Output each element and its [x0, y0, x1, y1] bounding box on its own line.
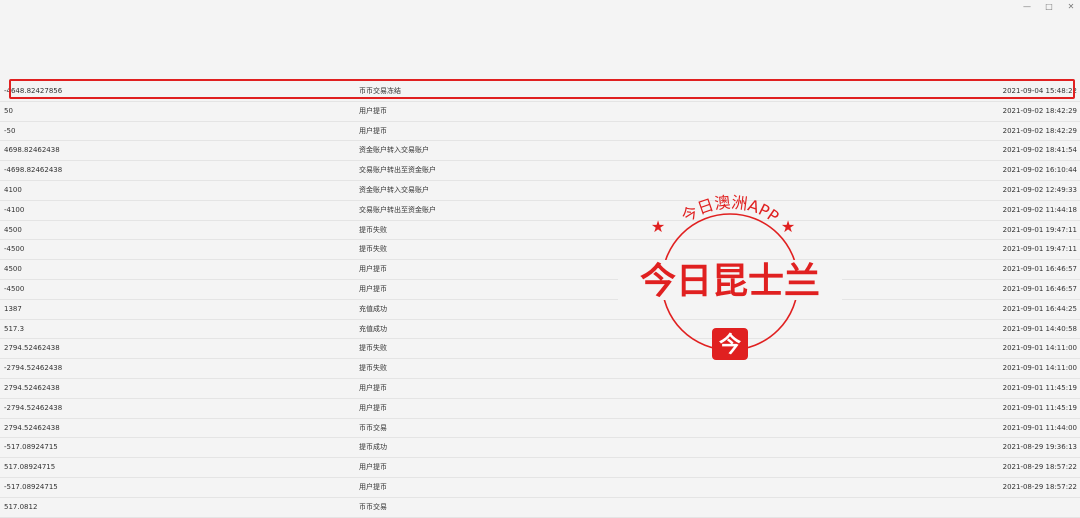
- highlight-box: [9, 79, 1075, 99]
- amount-cell: -2794.52462438: [4, 364, 63, 373]
- time-cell: 2021-09-01 16:46:57: [1002, 284, 1077, 293]
- app-logo-char: 今: [719, 332, 741, 358]
- table-row[interactable]: -2794.52462438 用户提币 2021-09-01 11:45:19: [0, 399, 1080, 419]
- type-cell: 资金账户转入交易账户: [359, 185, 429, 194]
- star-icon: ★: [781, 217, 795, 236]
- table-row[interactable]: 4100 资金账户转入交易账户 2021-09-02 12:49:33: [0, 181, 1080, 201]
- amount-cell: 2794.52462438: [4, 423, 60, 432]
- maximize-icon[interactable]: □: [1038, 1, 1060, 13]
- star-icon: ★: [651, 217, 665, 236]
- time-cell: 2021-08-29 19:36:13: [1002, 443, 1077, 452]
- time-cell: 2021-09-02 12:49:33: [1002, 185, 1077, 194]
- table-row[interactable]: 4698.82462438 资金账户转入交易账户 2021-09-02 18:41:…: [0, 141, 1080, 162]
- time-cell: 2021-09-01 11:44:00: [1002, 423, 1077, 432]
- table-row[interactable]: 517.3 充值成功 2021-09-01 14:40:58: [0, 320, 1080, 340]
- type-cell: 充值成功: [359, 304, 387, 313]
- type-cell: 用户提币: [359, 106, 387, 115]
- table-row[interactable]: 4500 提币失败 2021-09-01 19:47:11: [0, 221, 1080, 241]
- table-row[interactable]: -517.08924715 提币成功 2021-08-29 19:36:13: [0, 438, 1080, 459]
- amount-cell: 517.08924715: [4, 463, 56, 472]
- time-cell: 2021-09-02 18:42:29: [1002, 126, 1077, 135]
- time-cell: 2021-09-01 14:40:58: [1002, 324, 1077, 333]
- type-cell: 币币交易: [359, 423, 387, 432]
- type-cell: 用户提币: [359, 403, 387, 412]
- table-row[interactable]: 1387 充值成功 2021-09-01 16:44:25: [0, 300, 1080, 320]
- time-cell: 2021-09-01 14:11:00: [1002, 364, 1077, 373]
- table-row[interactable]: -4500 用户提币 2021-09-01 16:46:57: [0, 280, 1080, 300]
- table-row[interactable]: -50 用户提币 2021-09-02 18:42:29: [0, 122, 1080, 142]
- type-cell: 交易账户转出至资金账户: [359, 166, 436, 175]
- type-cell: 提币失败: [359, 225, 387, 234]
- amount-cell: 1387: [4, 304, 22, 313]
- time-cell: 2021-09-01 14:11:00: [1002, 344, 1077, 353]
- time-cell: 2021-09-01 16:46:57: [1002, 265, 1077, 274]
- amount-cell: 517.3: [4, 324, 25, 333]
- table-row[interactable]: -4500 提币失败 2021-09-01 19:47:11: [0, 240, 1080, 261]
- type-cell: 提币失败: [359, 344, 387, 353]
- stamp-main-text: 今日昆士兰: [640, 261, 820, 302]
- type-cell: 提币成功: [359, 443, 387, 452]
- amount-cell: 4500: [4, 265, 22, 274]
- amount-cell: 4100: [4, 185, 22, 194]
- table-row[interactable]: 517.08924715 用户提币 2021-08-29 18:57:22: [0, 458, 1080, 478]
- table-row[interactable]: 2794.52462438 提币失败 2021-09-01 14:11:00: [0, 339, 1080, 360]
- type-cell: 用户提币: [359, 482, 387, 491]
- watermark-stamp: 今日澳洲APP ★ ★ 今日昆士兰 今: [618, 193, 842, 360]
- amount-cell: -4698.82462438: [4, 166, 63, 175]
- transaction-list: -4648.82427856 币币交易冻结 2021-09-04 15:48:22 5…: [0, 82, 1080, 518]
- type-cell: 用户提币: [359, 126, 387, 135]
- amount-cell: 2794.52462438: [4, 344, 60, 353]
- table-row[interactable]: 2794.52462438 币币交易 2021-09-01 11:44:00: [0, 419, 1080, 439]
- table-row[interactable]: -4100 交易账户转出至资金账户 2021-09-02 11:44:18: [0, 201, 1080, 221]
- type-cell: 用户提币: [359, 383, 387, 392]
- type-cell: 提币失败: [359, 364, 387, 373]
- amount-cell: -4500: [4, 284, 25, 293]
- amount-cell: -2794.52462438: [4, 403, 63, 412]
- time-cell: 2021-09-01 16:44:25: [1002, 304, 1077, 313]
- time-cell: 2021-09-02 16:10:44: [1002, 166, 1077, 175]
- time-cell: 2021-09-01 11:45:19: [1002, 383, 1077, 392]
- type-cell: 用户提币: [359, 463, 387, 472]
- time-cell: 2021-09-02 11:44:18: [1002, 205, 1077, 214]
- table-row[interactable]: -2794.52462438 提币失败 2021-09-01 14:11:00: [0, 359, 1080, 379]
- amount-cell: 4698.82462438: [4, 146, 60, 155]
- window-titlebar: — □ ✕: [0, 0, 1080, 14]
- table-row[interactable]: 2794.52462438 用户提币 2021-09-01 11:45:19: [0, 379, 1080, 399]
- time-cell: 2021-09-01 11:45:19: [1002, 403, 1077, 412]
- amount-cell: -517.08924715: [4, 443, 58, 452]
- stamp-arc-text: 今日澳洲APP: [678, 193, 783, 227]
- time-cell: 2021-09-02 18:41:54: [1002, 146, 1077, 155]
- amount-cell: -4100: [4, 205, 25, 214]
- type-cell: 币币交易: [359, 502, 387, 511]
- table-row[interactable]: -4698.82462438 交易账户转出至资金账户 2021-09-02 16:1…: [0, 161, 1080, 181]
- minimize-icon[interactable]: —: [1016, 1, 1038, 13]
- type-cell: 用户提币: [359, 284, 387, 293]
- time-cell: 2021-09-01 19:47:11: [1002, 225, 1077, 234]
- type-cell: 用户提币: [359, 265, 387, 274]
- time-cell: 2021-09-01 19:47:11: [1002, 245, 1077, 254]
- amount-cell: 517.0812: [4, 502, 38, 511]
- table-row[interactable]: 50 用户提币 2021-09-02 18:42:29: [0, 102, 1080, 122]
- table-row[interactable]: -517.08924715 用户提币 2021-08-29 18:57:22: [0, 478, 1080, 498]
- type-cell: 交易账户转出至资金账户: [359, 205, 436, 214]
- table-row[interactable]: 517.0812 币币交易: [0, 498, 1080, 518]
- amount-cell: -517.08924715: [4, 482, 58, 491]
- amount-cell: 4500: [4, 225, 22, 234]
- type-cell: 资金账户转入交易账户: [359, 146, 429, 155]
- amount-cell: -50: [4, 126, 16, 135]
- close-icon[interactable]: ✕: [1060, 1, 1080, 13]
- amount-cell: 2794.52462438: [4, 383, 60, 392]
- table-row[interactable]: 4500 用户提币 2021-09-01 16:46:57: [0, 260, 1080, 280]
- type-cell: 充值成功: [359, 324, 387, 333]
- amount-cell: 50: [4, 106, 13, 115]
- time-cell: 2021-08-29 18:57:22: [1002, 482, 1077, 491]
- time-cell: 2021-09-02 18:42:29: [1002, 106, 1077, 115]
- time-cell: 2021-08-29 18:57:22: [1002, 463, 1077, 472]
- type-cell: 提币失败: [359, 245, 387, 254]
- amount-cell: -4500: [4, 245, 25, 254]
